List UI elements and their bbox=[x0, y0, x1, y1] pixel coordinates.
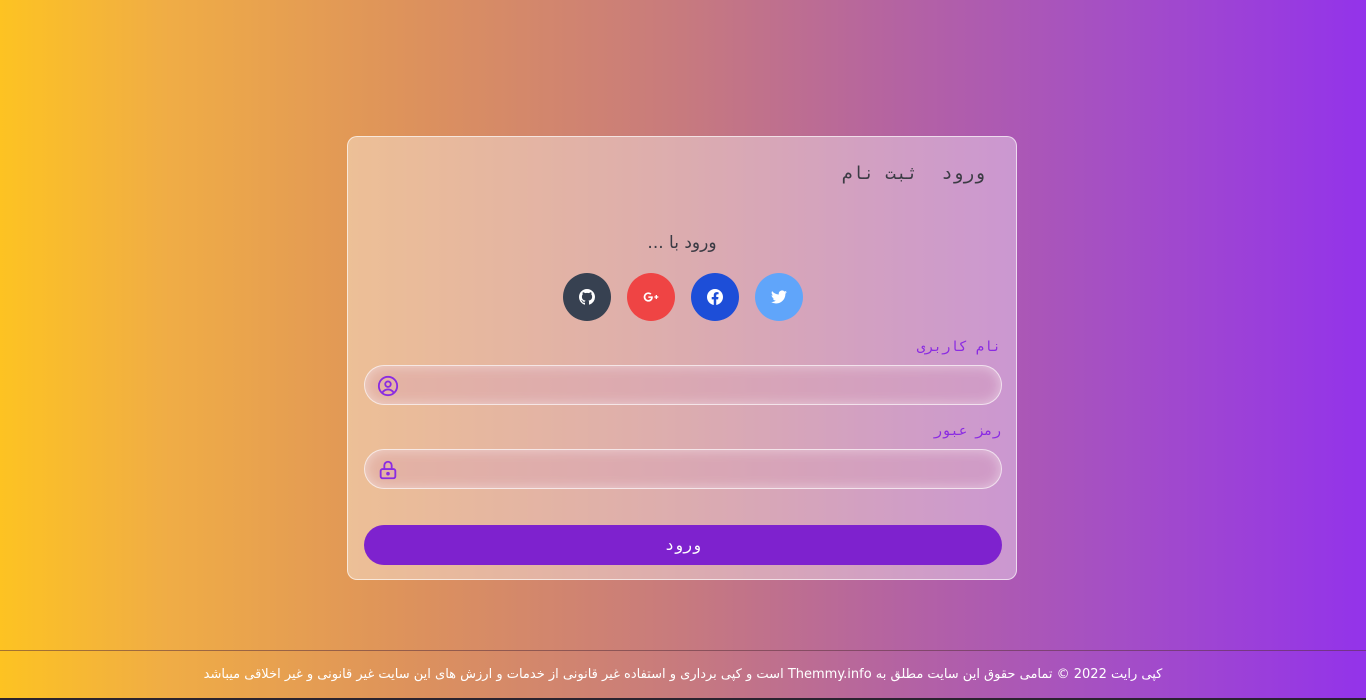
password-input[interactable] bbox=[409, 450, 985, 488]
facebook-icon bbox=[707, 289, 723, 305]
password-field[interactable] bbox=[364, 449, 1002, 489]
tab-register[interactable]: ثبت نام bbox=[842, 163, 918, 184]
github-icon bbox=[579, 289, 595, 305]
social-login-buttons bbox=[563, 273, 803, 321]
username-input[interactable] bbox=[409, 366, 985, 404]
lock-icon bbox=[379, 460, 397, 480]
password-label: رمز عبور bbox=[933, 423, 1001, 439]
copyright-text: کپی رایت 2022 © تمامی حقوق این سایت مطلق… bbox=[203, 667, 1163, 682]
footer: کپی رایت 2022 © تمامی حقوق این سایت مطلق… bbox=[0, 650, 1366, 700]
twitter-icon bbox=[771, 290, 787, 304]
username-label: نام کاربری bbox=[916, 339, 1001, 355]
login-with-heading: ورود با ... bbox=[647, 233, 717, 253]
twitter-login-button[interactable] bbox=[755, 273, 803, 321]
facebook-login-button[interactable] bbox=[691, 273, 739, 321]
google-plus-icon bbox=[643, 292, 659, 302]
github-login-button[interactable] bbox=[563, 273, 611, 321]
tab-login[interactable]: ورود bbox=[942, 163, 985, 184]
auth-tabs: ورود ثبت نام bbox=[842, 163, 985, 184]
login-card: ورود ثبت نام ورود با ... نام کاربری رمز … bbox=[347, 136, 1017, 580]
user-circle-icon bbox=[377, 375, 399, 397]
login-submit-button[interactable]: ورود bbox=[364, 525, 1002, 565]
username-field[interactable] bbox=[364, 365, 1002, 405]
google-plus-login-button[interactable] bbox=[627, 273, 675, 321]
